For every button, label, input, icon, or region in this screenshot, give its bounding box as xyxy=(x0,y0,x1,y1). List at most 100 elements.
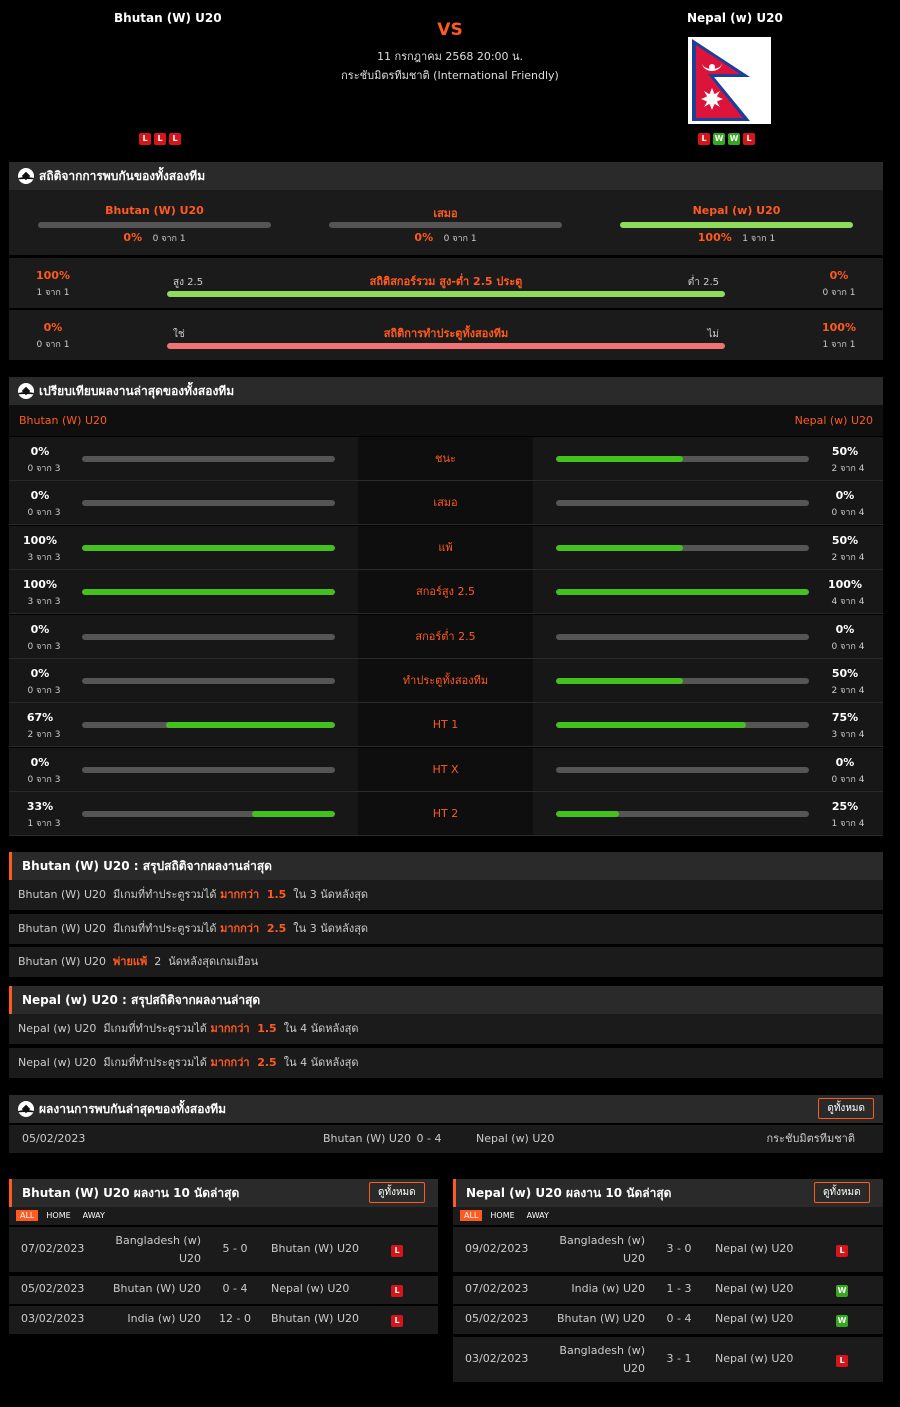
result-badge: L xyxy=(836,1354,848,1367)
result-row[interactable]: 05/02/2023 Bhutan (W) U20 0 - 4 Nepal (w) U… xyxy=(9,1276,438,1304)
away-team: Bhutan (W) U20 xyxy=(271,1312,360,1325)
summary-text: 2 นัดหลังสุดเกมเยือน xyxy=(147,955,259,968)
away-pct: 50% xyxy=(831,533,859,547)
h2h-result-row[interactable]: 05/02/2023 Bhutan (W) U20 0 - 4 Nepal (w) U… xyxy=(9,1125,883,1153)
h2h-stats-header: สถิติจากการพบกันของทั้งสองทีม xyxy=(9,162,883,190)
away-bar xyxy=(556,500,809,507)
away-sub: 0 จาก 4 xyxy=(831,774,865,785)
summary-text: ใน 3 นัดหลังสุด xyxy=(286,888,369,901)
home-bar xyxy=(82,722,335,729)
h2h-view-all-button[interactable]: ดูทั้งหมด xyxy=(818,1098,874,1119)
filter-tab-home[interactable]: HOME xyxy=(42,1210,74,1221)
away-bar xyxy=(556,766,809,773)
away-last10-view-all-button[interactable]: ดูทั้งหมด xyxy=(814,1182,870,1203)
home-sub: 1 จาก 3 xyxy=(27,819,61,830)
home-team: Bangladesh (w) U20 xyxy=(559,1343,645,1375)
summary-highlight: พ่ายแพ้ xyxy=(113,955,148,968)
away-bar-fill xyxy=(556,678,683,684)
ou-right-tag: ต่ำ 2.5 xyxy=(687,277,719,288)
home-bar xyxy=(82,544,335,551)
h2h-draw-bar xyxy=(329,222,562,228)
home-last10-view-all-button[interactable]: ดูทั้งหมด xyxy=(369,1182,425,1203)
soccer-ball-icon xyxy=(18,383,34,399)
result-row[interactable]: 07/02/2023 Bangladesh (w) U20 5 - 0 Bhutan … xyxy=(9,1227,438,1272)
over-under-row: 100% 1 จาก 1 สูง 2.5 สถิติสกอร์รวม สูง-ต… xyxy=(9,258,883,308)
away-pct: 0% xyxy=(835,622,855,636)
home-sub: 3 จาก 3 xyxy=(27,552,61,563)
away-sub: 0 จาก 4 xyxy=(831,641,865,652)
home-pct: 0% xyxy=(30,622,50,636)
summary-text: Bhutan (W) U20 xyxy=(18,955,114,968)
home-sub: 3 จาก 3 xyxy=(27,597,61,608)
result-row[interactable]: 03/02/2023 Bangladesh (w) U20 3 - 1 Nepal (… xyxy=(453,1337,883,1382)
result-row[interactable]: 05/02/2023 Bhutan (W) U20 0 - 4 Nepal (w) U… xyxy=(453,1306,883,1334)
away-sub: 4 จาก 4 xyxy=(831,597,865,608)
soccer-ball-icon xyxy=(18,1101,34,1117)
filter-tab-away[interactable]: AWAY xyxy=(79,1210,109,1221)
filter-tab-all[interactable]: ALL xyxy=(16,1210,39,1221)
compare-row: 100% 3 จาก 3 แพ้ 50% 2 จาก 4 xyxy=(9,525,883,570)
away-bar-fill xyxy=(556,456,683,462)
away-sub: 2 จาก 4 xyxy=(831,552,865,563)
summary-highlight: มากกว่า 2.5 xyxy=(220,921,287,935)
match-date: 07/02/2023 xyxy=(465,1282,529,1295)
away-bar xyxy=(556,722,809,729)
home-team: Bhutan (W) U20 xyxy=(112,1282,201,1295)
compare-label: สกอร์ต่ำ 2.5 xyxy=(358,614,533,658)
match-date: 05/02/2023 xyxy=(21,1282,85,1295)
home-team: Bangladesh (w) U20 xyxy=(115,1233,201,1265)
home-form-badges: LLL xyxy=(139,133,181,145)
match-date: 09/02/2023 xyxy=(465,1241,529,1255)
summary-highlight: มากกว่า 1.5 xyxy=(210,1022,277,1035)
result-row[interactable]: 07/02/2023 India (w) U20 1 - 3 Nepal (w) U2… xyxy=(453,1276,883,1304)
h2h-home-bar xyxy=(38,222,271,228)
away-pct: 100% xyxy=(828,578,862,592)
score: 0 - 4 xyxy=(416,1132,442,1145)
btts-bar xyxy=(167,343,725,349)
away-sub: 1 จาก 4 xyxy=(831,819,865,830)
result-badge: L xyxy=(391,1244,403,1257)
home-sub: 0 จาก 3 xyxy=(27,508,61,519)
h2h-results-header: ผลงานการพบกันล่าสุดของทั้งสองทีม xyxy=(9,1095,883,1123)
btts-left-pct: 0% xyxy=(43,321,63,334)
compare-label: สกอร์สูง 2.5 xyxy=(358,570,533,614)
compare-home-label: Bhutan (W) U20 xyxy=(19,414,108,427)
compare-label: แพ้ xyxy=(358,525,533,569)
result-row[interactable]: 09/02/2023 Bangladesh (w) U20 3 - 0 Nepal (… xyxy=(453,1227,883,1272)
result-row[interactable]: 03/02/2023 India (w) U20 12 - 0 Bhutan (W) … xyxy=(9,1306,438,1334)
away-bar xyxy=(556,589,809,596)
home-pct: 0% xyxy=(30,667,50,680)
compare-row: 0% 0 จาก 3 สกอร์ต่ำ 2.5 0% 0 จาก 4 xyxy=(9,614,883,659)
compare-label: ชนะ xyxy=(358,437,533,480)
summary-row: Nepal (w) U20 มีเกมที่ทำประตูรวมได้ มากก… xyxy=(9,1014,883,1044)
h2h-draw-label: เสมอ xyxy=(433,207,458,220)
away-team: Nepal (w) U20 xyxy=(715,1282,794,1295)
filter-tab-away[interactable]: AWAY xyxy=(523,1210,553,1221)
form-badge: W xyxy=(728,133,740,145)
home-pct: 0% xyxy=(30,489,50,503)
summary-row: Bhutan (W) U20 มีเกมที่ทำประตูรวมได้ มาก… xyxy=(9,880,883,910)
match-date: 03/02/2023 xyxy=(465,1351,529,1365)
match-date: 05/02/2023 xyxy=(22,1132,86,1145)
home-team: Bangladesh (w) U20 xyxy=(559,1233,645,1265)
away-pct: 50% xyxy=(831,667,859,680)
home-bar-fill xyxy=(251,811,335,818)
away-pct: 75% xyxy=(831,711,859,725)
filter-tab-all[interactable]: ALL xyxy=(460,1210,483,1221)
away-team: Nepal (w) U20 xyxy=(715,1312,794,1325)
summary-text: ใน 3 นัดหลังสุด xyxy=(286,921,369,935)
away-team-name[interactable]: Nepal (w) U20 xyxy=(687,11,783,25)
away-pct: 0% xyxy=(835,755,855,769)
form-badge: L xyxy=(698,133,710,145)
h2h-home-label: Bhutan (W) U20 xyxy=(105,204,204,217)
home-bar-fill xyxy=(82,544,335,551)
btts-right-pct: 100% xyxy=(822,321,856,334)
filter-tab-home[interactable]: HOME xyxy=(486,1210,518,1221)
match-date: 07/02/2023 xyxy=(21,1241,85,1255)
home-sub: 0 จาก 3 xyxy=(27,464,61,474)
ou-title: สถิติสกอร์รวม สูง-ต่ำ 2.5 ประตู xyxy=(369,275,523,288)
compare-header: เปรียบเทียบผลงานล่าสุดของทั้งสองทีม xyxy=(9,377,883,405)
btts-title: สถิติการทำประตูทั้งสองทีม xyxy=(383,327,509,340)
away-sub: 0 จาก 4 xyxy=(831,508,865,519)
score: 3 - 1 xyxy=(666,1351,692,1365)
